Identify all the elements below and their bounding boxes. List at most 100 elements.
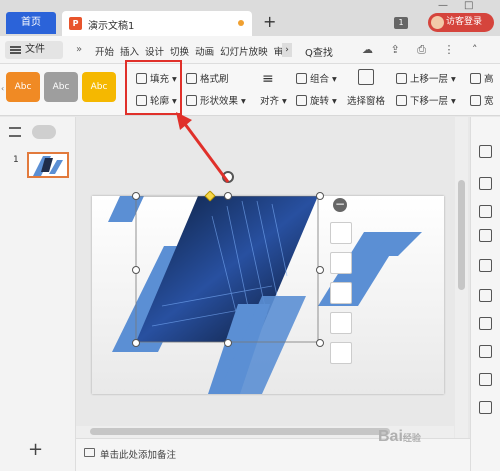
shape-effect-button[interactable]: 形状效果 ▾ [186, 93, 246, 107]
search-button[interactable]: Q查找 [305, 44, 333, 59]
width-field[interactable]: 宽 [470, 93, 494, 107]
more-tabs-button[interactable]: › [282, 43, 292, 57]
tab-transition[interactable]: 切换 [170, 44, 189, 58]
shape-style-yellow[interactable]: Abc [82, 72, 116, 102]
slide-thumbnail[interactable] [27, 152, 69, 178]
send-backward-button[interactable]: 下移一层 ▾ [396, 93, 456, 107]
resize-handle-tc[interactable] [224, 192, 232, 200]
ribbon-tabs: 开始 插入 设计 切换 动画 幻灯片放映 审阅 [95, 44, 299, 58]
title-bar: 首页 P 演示文稿1 + 1 访客登录 — □ [0, 0, 500, 36]
design-icon[interactable] [479, 205, 492, 218]
tab-document[interactable]: P 演示文稿1 [62, 11, 252, 36]
brush-icon [186, 73, 197, 84]
add-tab-button[interactable]: + [263, 12, 276, 31]
view-toggle[interactable] [32, 125, 56, 139]
resize-handle-mr[interactable] [316, 266, 324, 274]
resize-handle-br[interactable] [316, 339, 324, 347]
resize-handle-bc[interactable] [224, 339, 232, 347]
resize-handle-bl[interactable] [132, 339, 140, 347]
horizontal-scroll-thumb[interactable] [90, 428, 390, 435]
unsaved-dot-icon [238, 20, 244, 26]
tab-insert[interactable]: 插入 [120, 44, 139, 58]
file-menu-label: 文件 [25, 44, 45, 55]
text-box-icon[interactable] [330, 342, 352, 364]
avatar-icon [431, 16, 444, 29]
fill-bucket-quick-icon[interactable] [330, 282, 352, 304]
tab-home[interactable]: 首页 [6, 12, 56, 34]
height-field[interactable]: 高 [470, 71, 494, 85]
toolbar-right-icons[interactable]: ☁ ⇪ ⎙ ⋮ ˄ [362, 43, 485, 57]
hamburger-icon [10, 46, 21, 54]
bring-forward-button[interactable]: 上移一层 ▾ [396, 71, 456, 85]
slide[interactable] [92, 195, 444, 394]
height-icon [470, 73, 481, 84]
picture-icon[interactable] [479, 259, 492, 272]
format-painter-label: 格式刷 [200, 74, 229, 85]
red-arrow-annotation [176, 112, 230, 183]
tab-animation[interactable]: 动画 [195, 44, 214, 58]
highlight-box [125, 60, 182, 115]
bring-forward-label: 上移一层 [410, 74, 449, 85]
slide-thumbnail-panel: 1 + [0, 117, 76, 471]
resize-handle-ml[interactable] [132, 266, 140, 274]
login-label: 访客登录 [446, 17, 483, 27]
resize-handle-tl[interactable] [132, 192, 140, 200]
tab-slideshow[interactable]: 幻灯片放映 [220, 44, 268, 58]
rotate-button[interactable]: 旋转 ▾ [296, 93, 337, 107]
send-backward-label: 下移一层 [410, 96, 449, 107]
object-properties-icon[interactable] [479, 177, 492, 190]
presentation-icon: P [69, 17, 82, 30]
group-icon [296, 73, 307, 84]
pen-icon[interactable] [330, 252, 352, 274]
shape-style-orange[interactable]: Abc [6, 72, 40, 102]
filter-icon[interactable] [479, 401, 492, 414]
notes-icon [84, 448, 95, 457]
layers-icon[interactable] [330, 222, 352, 244]
maximize-button[interactable]: □ [464, 0, 473, 11]
window-count-badge[interactable]: 1 [394, 17, 408, 29]
slide-shapes [92, 195, 444, 394]
grid-icon[interactable] [479, 289, 492, 302]
format-painter-button[interactable]: 格式刷 [186, 71, 229, 85]
send-backward-icon [396, 95, 407, 106]
selection-pane-icon [358, 69, 374, 85]
list-view-icon[interactable] [9, 127, 21, 137]
resize-handle-tr[interactable] [316, 192, 324, 200]
add-slide-button[interactable]: + [28, 439, 43, 460]
watermark-text: Bai [378, 428, 403, 445]
vertical-scroll-thumb[interactable] [458, 180, 465, 290]
chart-icon[interactable] [479, 317, 492, 330]
watermark-suffix: 经验 [402, 433, 421, 443]
group-button[interactable]: 组合 ▾ [296, 71, 337, 85]
tab-design[interactable]: 设计 [145, 44, 164, 58]
baidu-watermark: Bai经验 [378, 428, 421, 446]
settings-icon[interactable] [479, 345, 492, 358]
shape-effect-label: 形状效果 [200, 96, 239, 107]
rotate-label: 旋转 [310, 96, 330, 107]
width-label: 宽 [484, 96, 494, 107]
align-button[interactable]: 对齐 ▾ [260, 93, 287, 107]
document-title: 演示文稿1 [88, 21, 135, 32]
floating-quick-tools [330, 218, 354, 364]
file-menu-button[interactable]: 文件 [5, 41, 63, 59]
right-sidebar [470, 117, 500, 471]
effect-icon [186, 95, 197, 106]
animation-icon[interactable] [479, 145, 492, 158]
outline-quick-icon[interactable] [330, 312, 352, 334]
minimize-button[interactable]: — [438, 0, 448, 11]
adjust-icon[interactable] [479, 373, 492, 386]
selection-pane-button[interactable]: 选择窗格 [347, 93, 385, 107]
shape-style-gray[interactable]: Abc [44, 72, 78, 102]
rotate-icon [296, 95, 307, 106]
login-button[interactable]: 访客登录 [428, 13, 494, 32]
slide-number: 1 [13, 155, 19, 165]
height-label: 高 [484, 74, 494, 85]
shape-icon[interactable] [479, 229, 492, 242]
scroll-left-icon[interactable]: ‹ [1, 84, 4, 93]
notes-placeholder: 单击此处添加备注 [100, 450, 177, 461]
expand-icon[interactable]: » [76, 44, 82, 55]
vertical-scrollbar[interactable] [455, 117, 468, 442]
group-label: 组合 [310, 74, 330, 85]
tab-start[interactable]: 开始 [95, 44, 114, 58]
collapse-toolbar-button[interactable]: − [333, 198, 347, 212]
